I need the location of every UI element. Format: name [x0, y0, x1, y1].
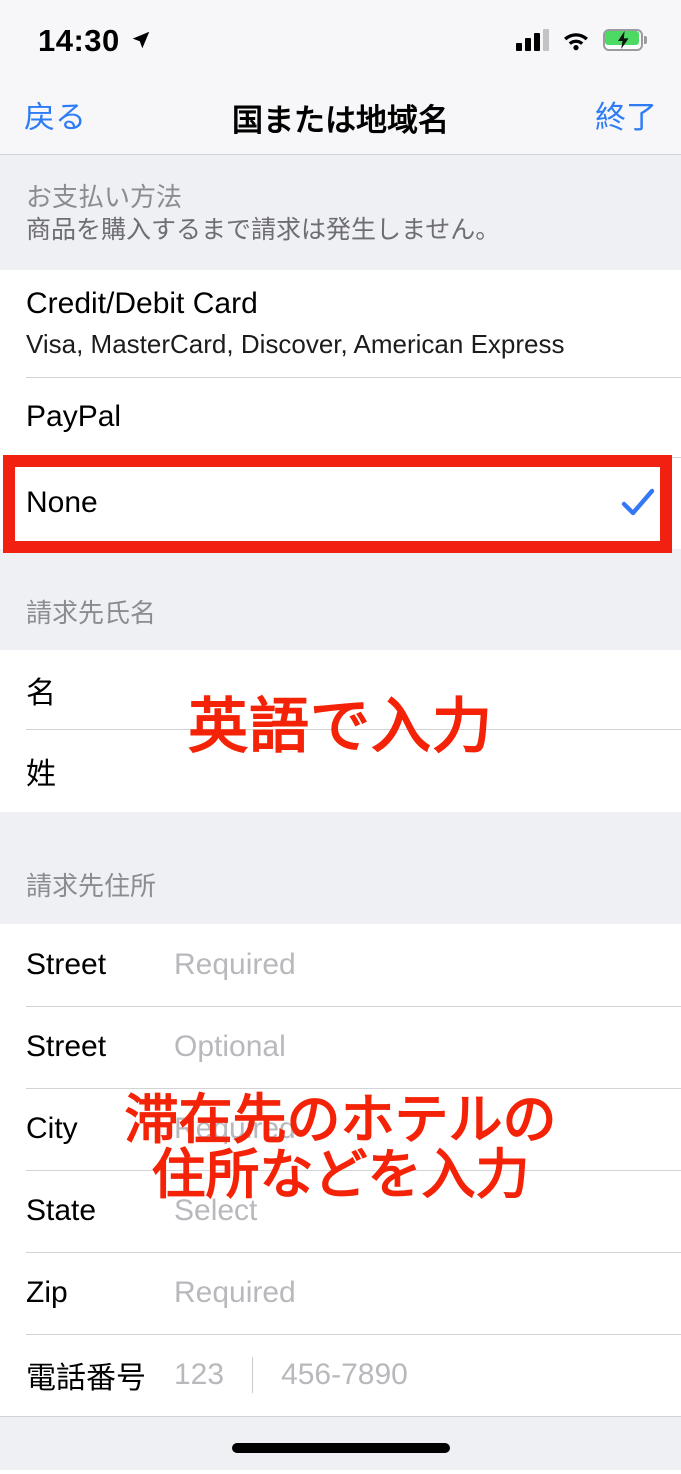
payment-option-text: Credit/Debit Card Visa, MasterCard, Disc…: [26, 286, 564, 360]
phone-row[interactable]: 電話番号 123 456-7890: [0, 1334, 681, 1416]
first-name-row[interactable]: 名: [0, 650, 681, 729]
payment-options-list: Credit/Debit Card Visa, MasterCard, Disc…: [0, 270, 681, 549]
city-input[interactable]: Required: [174, 1112, 296, 1146]
back-button[interactable]: 戻る: [24, 102, 86, 133]
lightning-bolt-icon: [618, 31, 629, 49]
status-bar-right: [516, 29, 647, 51]
payment-option-subtitle: Visa, MasterCard, Discover, American Exp…: [26, 329, 565, 360]
payment-option-paypal[interactable]: PayPal: [0, 377, 681, 457]
phone-number-input[interactable]: 456-7890: [281, 1358, 408, 1392]
billing-name-header-label: 請求先氏名: [26, 598, 157, 628]
street1-label: Street: [26, 948, 107, 981]
navigation-bar: 戻る 国または地域名 終了: [0, 80, 681, 155]
first-name-label: 名: [26, 676, 56, 710]
home-indicator-area: [0, 1416, 681, 1470]
street1-row[interactable]: Street Required: [0, 924, 681, 1006]
status-bar: 14:30: [0, 0, 681, 80]
cellular-signal-icon: [516, 29, 549, 51]
billing-address-header-label: 請求先住所: [26, 871, 157, 901]
billing-name-section-header: 請求先氏名: [0, 549, 681, 650]
last-name-row[interactable]: 姓: [0, 729, 681, 812]
city-label: City: [26, 1112, 78, 1145]
payment-option-credit-debit-card[interactable]: Credit/Debit Card Visa, MasterCard, Disc…: [0, 270, 681, 377]
status-bar-left: 14:30: [38, 25, 152, 56]
phone-divider: [252, 1357, 254, 1393]
done-button[interactable]: 終了: [595, 102, 657, 133]
last-name-label: 姓: [26, 757, 56, 791]
billing-name-list: 名 姓: [0, 650, 681, 812]
payment-method-header-label: お支払い方法: [26, 182, 183, 212]
billing-address-list: Street Required Street Optional City Req…: [0, 924, 681, 1416]
street2-row[interactable]: Street Optional: [0, 1006, 681, 1088]
zip-input[interactable]: Required: [174, 1276, 296, 1310]
payment-option-title: Credit/Debit Card: [26, 287, 258, 321]
zip-row[interactable]: Zip Required: [0, 1252, 681, 1334]
wifi-icon: [564, 33, 588, 51]
battery-charging-icon: [603, 29, 647, 51]
state-select[interactable]: Select: [174, 1194, 257, 1228]
checkmark-icon: [621, 488, 655, 516]
city-row[interactable]: City Required: [0, 1088, 681, 1170]
home-indicator[interactable]: [231, 1443, 450, 1453]
page-title: 国または地域名: [232, 102, 449, 138]
location-arrow-icon: [132, 31, 150, 49]
street1-input[interactable]: Required: [174, 948, 296, 982]
payment-method-note: 商品を購入するまで請求は発生しません。: [26, 216, 501, 245]
state-row[interactable]: State Select: [0, 1170, 681, 1252]
payment-option-title: PayPal: [26, 400, 122, 433]
iphone-screen: 14:30 戻る 国または地域名 終了 お支払い方法 商品を購入するまで請求は発…: [0, 0, 681, 1474]
status-time: 14:30: [38, 22, 120, 58]
payment-option-title: None: [26, 486, 98, 519]
state-label: State: [26, 1194, 97, 1227]
payment-method-section-header: お支払い方法 商品を購入するまで請求は発生しません。: [0, 155, 681, 270]
street2-label: Street: [26, 1030, 107, 1063]
street2-input[interactable]: Optional: [174, 1030, 286, 1064]
phone-label: 電話番号: [26, 1362, 146, 1395]
zip-label: Zip: [26, 1276, 68, 1309]
payment-option-none[interactable]: None: [0, 457, 681, 549]
billing-address-section-header: 請求先住所: [0, 812, 681, 924]
phone-area-code-input[interactable]: 123: [174, 1358, 224, 1392]
